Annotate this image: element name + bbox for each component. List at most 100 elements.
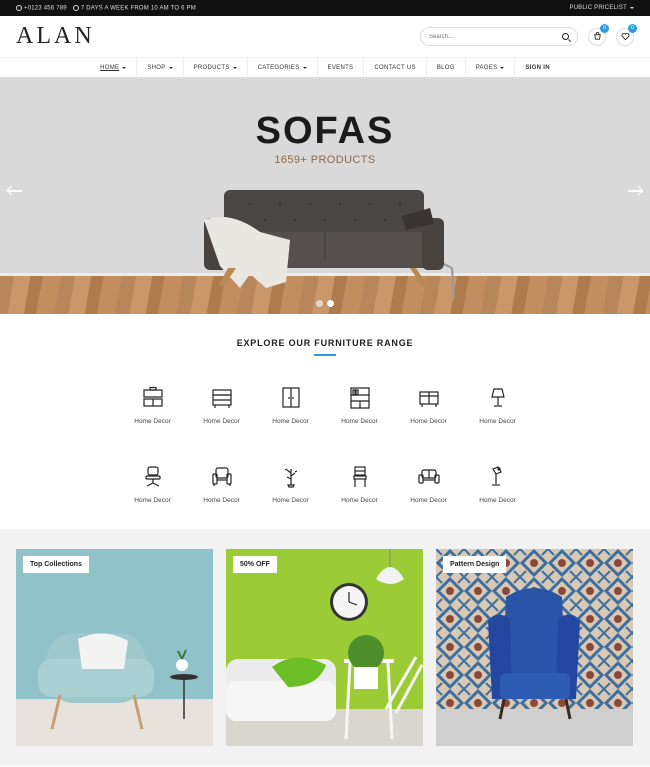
armchair-image bbox=[16, 633, 213, 746]
category-grid: Home Decor Home Decor Home Decor Home De… bbox=[118, 386, 532, 504]
sofa-icon bbox=[417, 469, 440, 484]
nav-label: SHOP bbox=[147, 64, 166, 71]
category-label: Home Decor bbox=[341, 418, 378, 425]
promo-card-50-off[interactable]: 50% OFF bbox=[226, 549, 423, 746]
category-label: Home Decor bbox=[134, 497, 171, 504]
category-item[interactable]: Home Decor bbox=[187, 465, 256, 504]
category-label: Home Decor bbox=[479, 497, 516, 504]
table-lamp-icon bbox=[490, 388, 505, 407]
chevron-down-icon bbox=[500, 66, 505, 69]
dining-chair-icon bbox=[352, 466, 367, 487]
furniture-range-section: EXPLORE OUR FURNITURE RANGE Home Decor H… bbox=[0, 314, 650, 529]
title-underline bbox=[314, 354, 336, 356]
category-label: Home Decor bbox=[272, 418, 309, 425]
nav-label: PRODUCTS bbox=[193, 64, 230, 71]
nav-label: PAGES bbox=[475, 64, 498, 71]
nav-item-events[interactable]: EVENTS bbox=[318, 57, 365, 78]
promo-card-pattern-design[interactable]: Pattern Design bbox=[436, 549, 633, 746]
tv-stand-icon bbox=[142, 386, 163, 407]
category-label: Home Decor bbox=[272, 497, 309, 504]
promo-card-top-collections[interactable]: Top Collections bbox=[16, 549, 213, 746]
hero-subtitle: 1659+ PRODUCTS bbox=[274, 154, 376, 166]
category-item[interactable]: Home Decor bbox=[256, 465, 325, 504]
nav-item-products[interactable]: PRODUCTS bbox=[184, 57, 248, 78]
nav-item-home[interactable]: HOME bbox=[90, 57, 138, 78]
slider-dot[interactable] bbox=[316, 300, 323, 307]
category-label: Home Decor bbox=[341, 497, 378, 504]
side-table-icon bbox=[418, 391, 439, 407]
wishlist-button[interactable]: 0 bbox=[616, 23, 637, 46]
nav-label: BLOG bbox=[436, 64, 455, 71]
nav-label: CATEGORIES bbox=[257, 64, 300, 71]
phone-info: +0123 456 789 bbox=[16, 4, 67, 12]
nav-label: CONTACT US bbox=[374, 64, 416, 71]
nav-item-pages[interactable]: PAGES bbox=[466, 57, 516, 78]
hero-title: SOFAS bbox=[255, 110, 395, 152]
category-item[interactable]: Home Decor bbox=[394, 386, 463, 425]
nav-label: EVENTS bbox=[327, 64, 354, 71]
chevron-down-icon bbox=[122, 66, 127, 69]
opening-hours: 7 DAYS A WEEK FROM 10 AM TO 6 PM bbox=[80, 5, 196, 12]
top-bar-info: +0123 456 789 7 DAYS A WEEK FROM 10 AM T… bbox=[16, 4, 196, 12]
slider-dots bbox=[316, 300, 334, 307]
plant-icon bbox=[284, 468, 297, 488]
promo-section: Top Collections 50% OFF Pattern Design bbox=[0, 529, 650, 766]
category-item[interactable]: Home Decor bbox=[118, 465, 187, 504]
category-item[interactable]: Home Decor bbox=[463, 386, 532, 425]
heart-icon bbox=[621, 33, 629, 41]
sofa-image bbox=[204, 190, 455, 300]
nav-item-blog[interactable]: BLOG bbox=[427, 57, 466, 78]
category-label: Home Decor bbox=[203, 418, 240, 425]
search-input[interactable] bbox=[429, 33, 539, 40]
wardrobe-icon bbox=[281, 387, 300, 408]
hero-slider: SOFAS 1659+ PRODUCTS bbox=[0, 78, 650, 314]
pricelist-label: PUBLIC PRICELIST bbox=[569, 5, 627, 11]
office-chair-icon bbox=[144, 466, 161, 487]
nav-item-categories[interactable]: CATEGORIES bbox=[248, 57, 318, 78]
nav-item-shop[interactable]: SHOP bbox=[137, 57, 184, 78]
site-header: ALAN 0 0 bbox=[0, 16, 650, 58]
logo[interactable]: ALAN bbox=[16, 23, 95, 50]
chevron-down-icon bbox=[302, 66, 307, 69]
category-label: Home Decor bbox=[203, 497, 240, 504]
promo-tag: Pattern Design bbox=[443, 556, 507, 573]
category-item[interactable]: Home Decor bbox=[394, 465, 463, 504]
header-actions: 0 0 bbox=[420, 23, 637, 46]
cart-button[interactable]: 0 bbox=[588, 23, 609, 46]
cart-count-badge: 0 bbox=[600, 23, 609, 33]
pattern-chair-image bbox=[436, 549, 633, 746]
main-nav: HOME SHOP PRODUCTS CATEGORIES EVENTS CON… bbox=[0, 57, 650, 78]
category-label: Home Decor bbox=[134, 418, 171, 425]
sofa-plant-image bbox=[226, 549, 423, 746]
category-item[interactable]: Home Decor bbox=[325, 386, 394, 425]
hours-info: 7 DAYS A WEEK FROM 10 AM TO 6 PM bbox=[72, 4, 196, 12]
section-title: EXPLORE OUR FURNITURE RANGE bbox=[236, 338, 414, 348]
category-item[interactable]: Home Decor bbox=[187, 386, 256, 425]
search-box bbox=[420, 27, 578, 46]
wishlist-count-badge: 0 bbox=[628, 23, 637, 33]
slider-prev-arrow[interactable] bbox=[8, 190, 22, 192]
slider-next-arrow[interactable] bbox=[628, 190, 642, 192]
nav-item-contact[interactable]: CONTACT US bbox=[364, 57, 427, 78]
chevron-down-icon bbox=[630, 7, 634, 9]
chevron-down-icon bbox=[168, 66, 173, 69]
cart-icon bbox=[593, 32, 601, 40]
phone-number: +0123 456 789 bbox=[24, 5, 67, 12]
slider-dot-active[interactable] bbox=[327, 300, 334, 307]
nav-label: HOME bbox=[100, 64, 120, 71]
clock-icon bbox=[72, 4, 79, 11]
armchair-icon bbox=[211, 467, 232, 486]
category-item[interactable]: Home Decor bbox=[325, 465, 394, 504]
chevron-down-icon bbox=[232, 66, 237, 69]
category-item[interactable]: Home Decor bbox=[463, 465, 532, 504]
category-item[interactable]: Home Decor bbox=[256, 386, 325, 425]
nav-item-sign-in[interactable]: SIGN IN bbox=[515, 58, 559, 78]
promo-tag: Top Collections bbox=[23, 556, 89, 573]
pricelist-dropdown[interactable]: PUBLIC PRICELIST bbox=[569, 5, 634, 11]
drawer-cabinet-icon bbox=[211, 389, 232, 408]
promo-tag: 50% OFF bbox=[233, 556, 277, 573]
category-item[interactable]: Home Decor bbox=[118, 386, 187, 425]
search-icon[interactable] bbox=[562, 33, 569, 40]
nav-label: SIGN IN bbox=[525, 64, 550, 71]
clock-icon bbox=[16, 4, 22, 11]
